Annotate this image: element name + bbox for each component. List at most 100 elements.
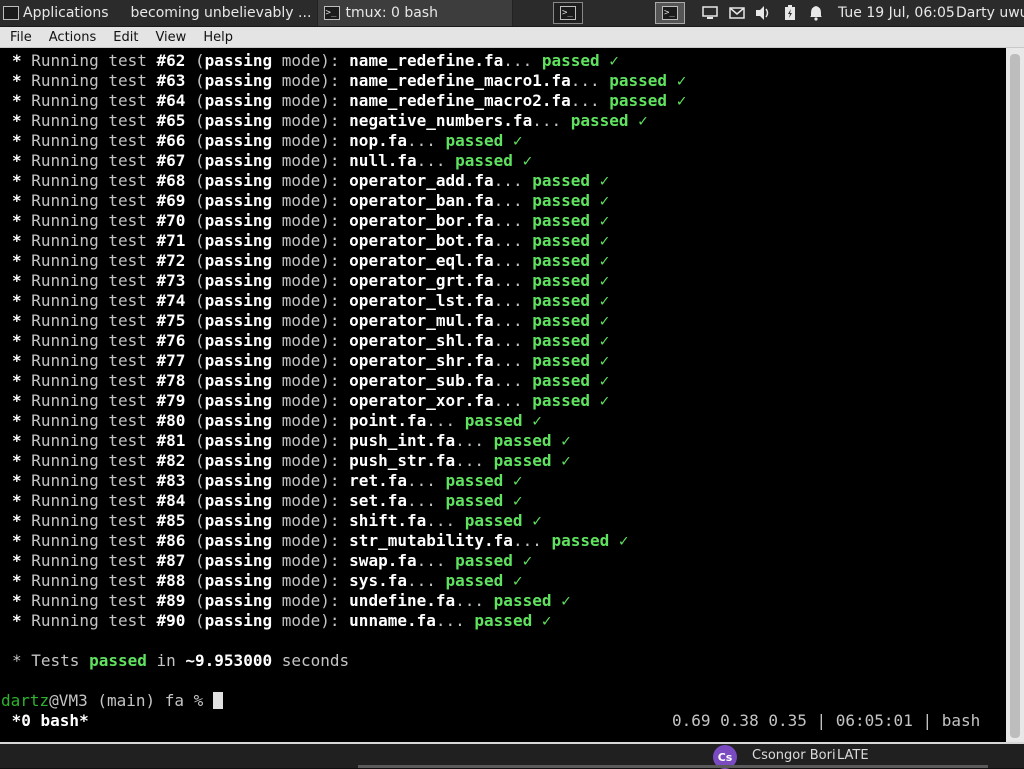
test-result: passed (532, 391, 590, 410)
test-mode: passing (204, 231, 273, 250)
test-number: #79 (156, 391, 186, 410)
monitor-icon[interactable] (701, 4, 719, 22)
test-number: #90 (156, 611, 186, 630)
check-icon: ✓ (590, 211, 610, 230)
terminal-launcher-button[interactable]: >_ (553, 2, 583, 24)
test-mode: passing (204, 91, 273, 110)
test-line: * Running test #90 (passing mode): unnam… (12, 611, 551, 631)
test-mode: passing (204, 291, 273, 310)
line-running: Running test (31, 71, 157, 90)
scrollbar-thumb[interactable] (1010, 54, 1020, 738)
line-bullet: * (12, 371, 32, 390)
line-open: ( (185, 411, 205, 430)
test-number: #87 (156, 551, 186, 570)
menu-help[interactable]: Help (193, 27, 240, 48)
test-result: passed (532, 371, 590, 390)
line-mode_word: mode): (272, 351, 350, 370)
terminal-launcher-active-button[interactable]: >_ (655, 2, 685, 24)
line-open: ( (185, 131, 205, 150)
taskbar-tmux-window[interactable]: >_ tmux: 0 bash (316, 0, 513, 26)
line-running: Running test (31, 271, 157, 290)
test-result: passed (532, 191, 590, 210)
test-result: passed (532, 331, 590, 350)
line-bullet: * (12, 551, 32, 570)
test-mode: passing (204, 151, 273, 170)
line-mode_word: mode): (272, 491, 350, 510)
battery-icon[interactable] (781, 4, 799, 22)
summary-time: ~9.953000 (185, 651, 273, 670)
check-icon: ✓ (522, 411, 542, 430)
test-file: push_int.fa (349, 431, 456, 450)
menu-view[interactable]: View (145, 27, 193, 48)
line-bullet: * (12, 391, 32, 410)
line-ellipsis: ... (512, 531, 552, 550)
test-result: passed (532, 351, 590, 370)
test-number: #64 (156, 91, 186, 110)
line-open: ( (185, 171, 205, 190)
test-file: swap.fa (349, 551, 417, 570)
line-running: Running test (31, 531, 157, 550)
line-ellipsis: ... (406, 491, 446, 510)
line-running: Running test (31, 371, 157, 390)
check-icon: ✓ (590, 191, 610, 210)
line-running: Running test (31, 131, 157, 150)
test-result: passed (532, 251, 590, 270)
terminal-output[interactable]: * Running test #62 (passing mode): name_… (0, 48, 1006, 742)
check-icon: ✓ (551, 591, 571, 610)
test-file: operator_bot.fa (349, 231, 494, 250)
line-bullet: * (12, 451, 32, 470)
line-bullet: * (12, 251, 32, 270)
test-number: #76 (156, 331, 186, 350)
mail-icon[interactable] (728, 4, 746, 22)
check-icon: ✓ (503, 471, 523, 490)
line-running: Running test (31, 411, 157, 430)
test-number: #80 (156, 411, 186, 430)
test-mode: passing (204, 411, 273, 430)
test-line: * Running test #88 (passing mode): sys.f… (12, 571, 523, 591)
test-number: #69 (156, 191, 186, 210)
line-running: Running test (31, 311, 157, 330)
check-icon: ✓ (628, 111, 648, 130)
notification-bell-icon[interactable] (807, 4, 825, 22)
line-open: ( (185, 231, 205, 250)
terminal-scrollbar[interactable] (1006, 48, 1024, 742)
test-result: passed (445, 471, 504, 490)
test-line: * Running test #85 (passing mode): shift… (12, 511, 542, 531)
tmux-window-tab[interactable]: *0 bash* (2, 711, 89, 730)
user-menu[interactable]: Darty uwu (956, 0, 1024, 26)
volume-icon[interactable] (754, 4, 772, 22)
test-mode: passing (204, 591, 273, 610)
shell-prompt[interactable]: dartz@VM3 (main) fa % (1, 691, 223, 711)
line-open: ( (185, 591, 205, 610)
clock[interactable]: Tue 19 Jul, 06:05 (838, 0, 955, 26)
check-icon: ✓ (599, 51, 619, 70)
line-mode_word: mode): (272, 271, 350, 290)
menu-file[interactable]: File (0, 27, 39, 48)
test-mode: passing (204, 611, 273, 630)
menu-edit[interactable]: Edit (103, 27, 145, 48)
test-file: operator_ban.fa (349, 191, 494, 210)
line-open: ( (185, 251, 205, 270)
menu-actions[interactable]: Actions (39, 27, 104, 48)
tmux-window-list[interactable]: *0 bash* (2, 711, 89, 731)
test-number: #67 (156, 151, 186, 170)
terminal-icon: >_ (662, 6, 678, 20)
test-mode: passing (204, 71, 273, 90)
line-mode_word: mode): (272, 531, 350, 550)
line-running: Running test (31, 111, 157, 130)
line-bullet: * (12, 351, 32, 370)
test-result: passed (445, 491, 504, 510)
test-number: #85 (156, 511, 186, 530)
test-number: #88 (156, 571, 186, 590)
test-line: * Running test #86 (passing mode): str_m… (12, 531, 629, 551)
taskbar-firefox-window[interactable]: becoming unbelievably ... (117, 0, 317, 26)
line-open: ( (185, 571, 205, 590)
line-running: Running test (31, 431, 157, 450)
check-icon: ✓ (503, 491, 523, 510)
bottom-panel: Cs Csongor Bori LATE (0, 744, 1024, 769)
test-file: ret.fa (349, 471, 407, 490)
applications-menu[interactable]: Applications (0, 0, 113, 26)
check-icon: ✓ (503, 571, 523, 590)
check-icon: ✓ (512, 151, 533, 170)
line-mode_word: mode): (272, 131, 350, 150)
